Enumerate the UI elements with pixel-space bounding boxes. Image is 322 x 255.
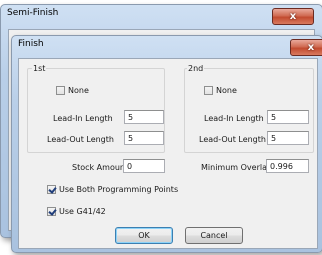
none-checkbox-1st[interactable]: None [56,86,89,95]
checkbox-2nd-box[interactable] [204,86,213,95]
finish-close-button[interactable]: x [290,39,322,56]
minimum-overlap-input[interactable]: 0.996 [266,159,309,173]
use-g41-box[interactable] [47,207,56,216]
semi-finish-close-button[interactable]: x [272,8,314,25]
use-g41-label: Use G41/42 [59,207,106,216]
minimum-overlap-label: Minimum Overlap [201,163,273,172]
use-g41-checkbox[interactable]: Use G41/42 [47,207,106,216]
lead-out-input-2nd[interactable]: 5 [267,131,309,145]
finish-window: Finish x 1st None Lead-In Length 5 Lead-… [11,35,322,253]
checkbox-1st-box[interactable] [56,86,65,95]
stock-amount-label: Stock Amount [72,163,129,172]
lead-in-label-2nd: Lead-In Length [204,114,264,123]
lead-out-input-1st[interactable]: 5 [124,131,164,145]
lead-in-input-2nd[interactable]: 5 [267,110,309,124]
finish-content: 1st None Lead-In Length 5 Lead-Out Lengt… [18,58,318,249]
none-label-1st: None [68,86,89,95]
cancel-button[interactable]: Cancel [185,227,243,244]
finish-title: Finish [18,39,44,49]
use-both-points-label: Use Both Programming Points [59,185,179,194]
group-2nd-label: 2nd [187,64,205,73]
none-checkbox-2nd[interactable]: None [204,86,237,95]
group-1st-label: 1st [32,64,47,73]
stock-amount-input[interactable]: 0 [123,159,165,173]
lead-in-input-1st[interactable]: 5 [124,110,164,124]
lead-in-label-1st: Lead-In Length [53,114,113,123]
use-both-points-checkbox[interactable]: Use Both Programming Points [47,185,178,194]
lead-out-label-2nd: Lead-Out Length [199,135,266,144]
none-label-2nd: None [216,86,237,95]
ok-button[interactable]: OK [115,227,173,244]
lead-out-label-1st: Lead-Out Length [47,135,114,144]
use-both-points-box[interactable] [47,185,56,194]
close-icon: x [307,42,315,53]
close-icon: x [289,11,297,22]
semi-finish-title: Semi-Finish [7,8,59,18]
